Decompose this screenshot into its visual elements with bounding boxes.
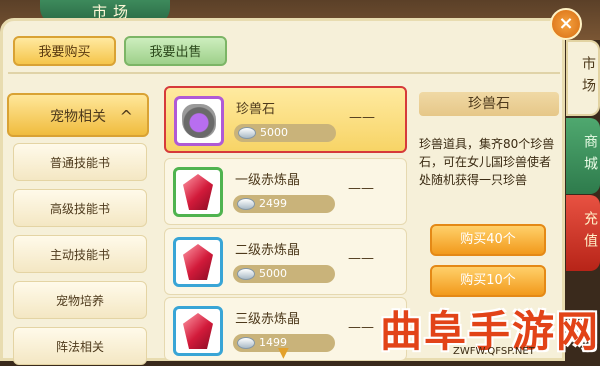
tab-sell[interactable]: 我要出售 [124,36,227,66]
item-icon [173,237,223,287]
category-label: 宠物相关 [50,109,106,125]
item-price: 2499 [233,195,335,213]
silver-coin-icon [237,337,255,349]
price-value: 5000 [260,126,288,139]
stone-icon [182,104,216,138]
item-price: 5000 [234,124,336,142]
side-tab-mall[interactable]: 商城 [566,118,600,194]
side-tab-recharge[interactable]: 充值 [566,195,600,271]
quantity-dash: —— [349,110,375,125]
price-value: 2499 [259,197,287,210]
close-button[interactable]: × [550,8,582,40]
category-item[interactable]: 主动技能书 [13,235,147,273]
item-icon [173,306,223,356]
silver-coin-icon [238,127,256,139]
crystal-icon [183,174,213,210]
buy-10-button[interactable]: 购买10个 [430,265,546,297]
detail-description: 珍兽道具，集齐80个珍兽石，可在女儿国珍兽使者处随机获得一只珍兽 [419,137,555,187]
item-row-selected[interactable]: 珍兽石 5000 —— [164,86,407,153]
item-icon [173,167,223,217]
item-price: 5000 [233,265,335,283]
quantity-dash: —— [348,181,374,196]
category-item[interactable]: 普通技能书 [13,143,147,181]
silver-coin-icon [237,268,255,280]
price-value: 5000 [259,267,287,280]
item-name: 三级赤炼晶 [235,312,301,327]
item-icon [174,96,224,146]
item-name: 珍兽石 [236,102,276,117]
quantity-dash: —— [348,320,374,335]
chevron-down-icon[interactable]: ▼ [278,345,289,361]
category-item[interactable]: 宠物培养 [13,281,147,319]
crystal-icon [183,313,213,349]
tab-buy[interactable]: 我要购买 [13,36,116,66]
item-name: 二级赤炼晶 [235,243,301,258]
item-row[interactable]: 二级赤炼晶 5000 —— [164,228,407,295]
buy-40-button[interactable]: 购买40个 [430,224,546,256]
crystal-icon [183,244,213,280]
item-name: 一级赤炼晶 [235,173,301,188]
chevron-up-icon: ^ [119,107,133,126]
detail-title: 珍兽石 [419,92,559,116]
category-item[interactable]: 高级技能书 [13,189,147,227]
side-tab-market[interactable]: 市场 [566,40,600,116]
item-row[interactable]: 一级赤炼晶 2499 —— [164,158,407,225]
category-item[interactable]: 阵法相关 [13,327,147,365]
silver-coin-icon [237,198,255,210]
watermark-url: ZWFW.QFSP.NET [453,346,535,357]
quantity-dash: —— [348,251,374,266]
category-pet-related[interactable]: 宠物相关 ^ [7,93,149,137]
divider [8,72,560,74]
